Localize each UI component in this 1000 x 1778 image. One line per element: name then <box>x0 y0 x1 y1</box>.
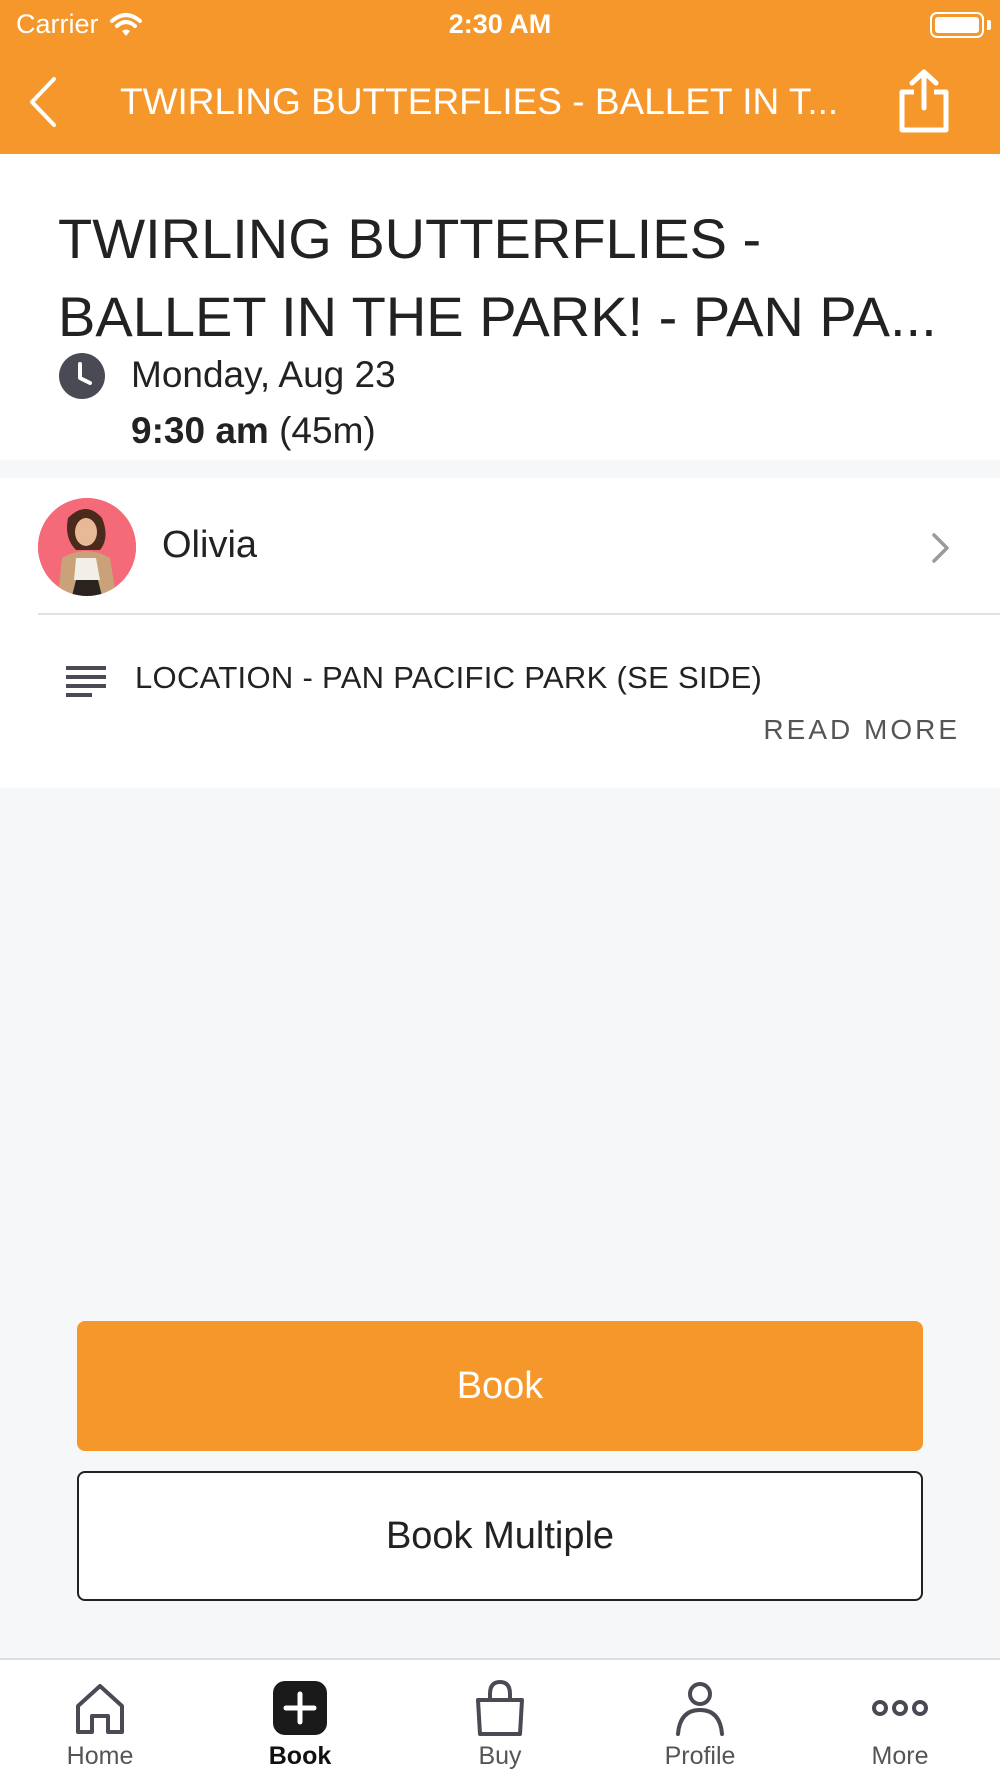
tab-bar: Home Book Buy Profile More <box>0 1658 1000 1778</box>
plus-square-icon <box>273 1681 327 1735</box>
tab-label: Profile <box>664 1742 736 1770</box>
share-icon <box>899 69 949 133</box>
divider <box>38 613 1000 615</box>
instructor-row[interactable]: Olivia <box>0 478 1000 614</box>
chevron-left-icon <box>30 77 56 127</box>
nav-bar: TWIRLING BUTTERFLIES - BALLET IN T... <box>0 50 1000 154</box>
avatar-photo <box>38 498 136 596</box>
nav-title: TWIRLING BUTTERFLIES - BALLET IN T... <box>120 81 839 122</box>
avatar <box>38 498 136 596</box>
share-button[interactable] <box>896 68 952 134</box>
tab-label: Home <box>66 1742 134 1770</box>
status-time: 2:30 AM <box>448 9 552 39</box>
read-more-link[interactable]: READ MORE <box>763 714 960 746</box>
tab-label: Book <box>268 1742 332 1770</box>
shopping-bag-icon <box>476 1679 524 1736</box>
back-button[interactable] <box>24 76 64 128</box>
chevron-right-icon <box>932 533 949 563</box>
tab-buy[interactable]: Buy <box>400 1660 600 1778</box>
book-button[interactable]: Book <box>77 1321 923 1451</box>
event-date: Monday, Aug 23 <box>131 354 396 395</box>
event-details: Olivia LOCATION - PAN PACIFIC PARK (SE S… <box>0 478 1000 788</box>
person-icon <box>676 1682 724 1736</box>
clock-icon <box>59 353 105 399</box>
description-icon <box>66 666 106 697</box>
instructor-name: Olivia <box>162 524 258 566</box>
book-multiple-button[interactable]: Book Multiple <box>77 1471 923 1601</box>
event-title: TWIRLING BUTTERFLIES - BALLET IN THE PAR… <box>58 207 937 348</box>
more-dots-icon <box>872 1700 928 1716</box>
event-duration: (45m) <box>279 410 376 451</box>
tab-label: Buy <box>478 1742 522 1770</box>
event-time: 9:30 am (45m) <box>131 410 376 452</box>
battery-icon <box>930 12 984 38</box>
event-start-time: 9:30 am <box>131 410 269 451</box>
event-header: TWIRLING BUTTERFLIES - BALLET IN THE PAR… <box>0 154 1000 460</box>
tab-home[interactable]: Home <box>0 1660 200 1778</box>
tab-book[interactable]: Book <box>200 1660 400 1778</box>
tab-label: More <box>871 1742 929 1770</box>
description-text: LOCATION - PAN PACIFIC PARK (SE SIDE) <box>135 660 763 695</box>
tab-more[interactable]: More <box>800 1660 1000 1778</box>
status-bar: Carrier 2:30 AM <box>0 0 1000 50</box>
home-icon <box>76 1684 124 1734</box>
tab-profile[interactable]: Profile <box>600 1660 800 1778</box>
